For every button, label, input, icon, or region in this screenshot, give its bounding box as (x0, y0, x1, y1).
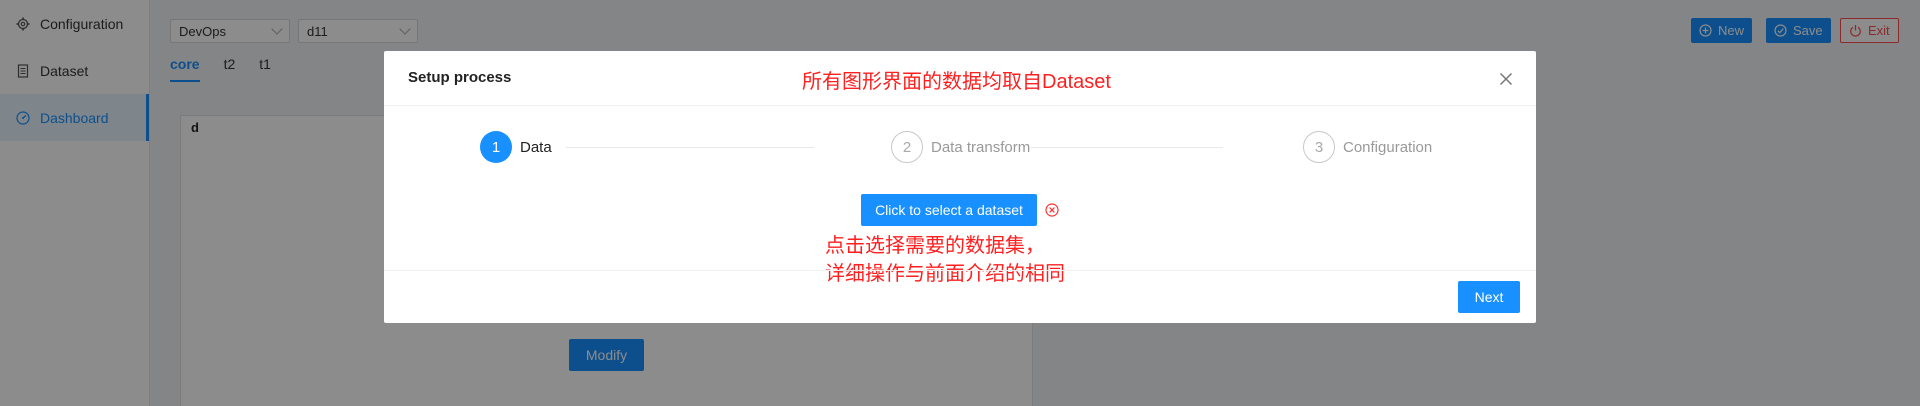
next-button[interactable]: Next (1458, 281, 1520, 313)
annotation-line: 点击选择需要的数据集， (825, 235, 1045, 257)
step-connector (566, 147, 814, 148)
step-number: 3 (1303, 131, 1335, 163)
close-circle-icon[interactable] (1045, 203, 1059, 217)
steps: 1 Data 2 Data transform 3 Configuration (480, 131, 1440, 163)
step-number: 1 (480, 131, 512, 163)
step-configuration: 3 Configuration (1303, 131, 1432, 163)
step-label: Data (520, 138, 552, 156)
modal-footer: Next (384, 270, 1536, 323)
close-icon[interactable] (1496, 69, 1516, 89)
step-connector (1031, 147, 1223, 148)
modal-title: Setup process (408, 69, 512, 86)
step-label: Configuration (1343, 138, 1433, 156)
step-data: 1 Data (480, 131, 552, 163)
setup-process-modal: Setup process 所有图形界面的数据均取自Dataset 1 Data… (384, 51, 1536, 323)
step-number: 2 (891, 131, 923, 163)
select-dataset-button[interactable]: Click to select a dataset (861, 194, 1037, 226)
step-label: Data transform (931, 138, 1031, 156)
modal-header: Setup process 所有图形界面的数据均取自Dataset (384, 51, 1536, 106)
annotation-note: 所有图形界面的数据均取自Dataset (802, 71, 1111, 93)
step-data-transform: 2 Data transform (891, 131, 1030, 163)
